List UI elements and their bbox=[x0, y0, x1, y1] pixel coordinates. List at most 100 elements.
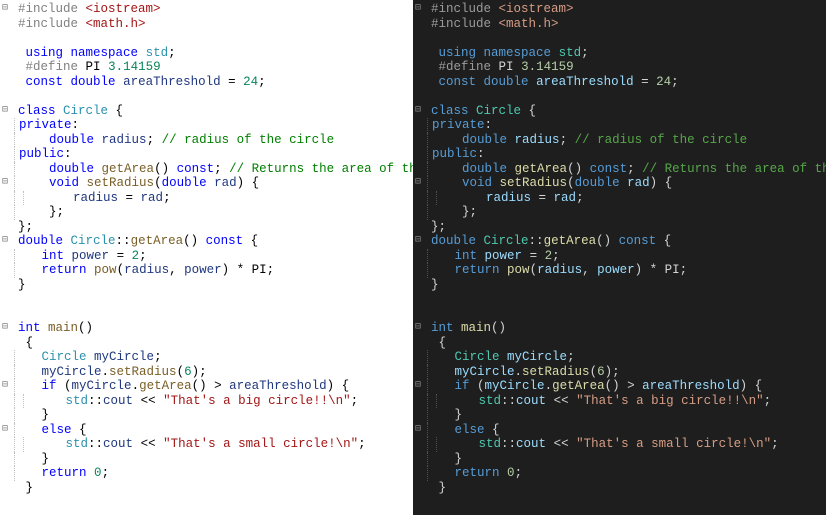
code-editor-light[interactable]: ⊟ #include <iostream>#include <math.h> us… bbox=[0, 0, 413, 515]
code-line[interactable]: }; bbox=[413, 220, 826, 235]
code-content[interactable] bbox=[431, 89, 826, 104]
code-content[interactable] bbox=[18, 31, 413, 46]
code-line[interactable]: std::cout << "That's a big circle!!\n"; bbox=[0, 394, 413, 409]
code-content[interactable]: } bbox=[19, 452, 413, 467]
code-line[interactable]: const double areaThreshold = 24; bbox=[413, 75, 826, 90]
code-line[interactable]: #include <math.h> bbox=[0, 17, 413, 32]
code-line[interactable]: return 0; bbox=[0, 466, 413, 481]
code-line[interactable] bbox=[0, 31, 413, 46]
fold-icon[interactable]: ⊟ bbox=[0, 423, 10, 438]
code-line[interactable]: ⊟ void setRadius(double rad) { bbox=[413, 176, 826, 191]
code-line[interactable] bbox=[413, 292, 826, 307]
fold-icon[interactable]: ⊟ bbox=[413, 176, 423, 191]
code-content[interactable]: double radius; // radius of the circle bbox=[19, 133, 413, 148]
code-content[interactable]: double Circle::getArea() const { bbox=[18, 234, 413, 249]
code-content[interactable] bbox=[431, 292, 826, 307]
code-line[interactable]: ⊟ #include <iostream> bbox=[413, 2, 826, 17]
code-content[interactable]: double getArea() const; // Returns the a… bbox=[19, 162, 413, 177]
code-content[interactable]: radius = rad; bbox=[441, 191, 826, 206]
code-line[interactable]: { bbox=[0, 336, 413, 351]
code-content[interactable] bbox=[18, 292, 413, 307]
code-line[interactable]: #define PI 3.14159 bbox=[0, 60, 413, 75]
code-line[interactable]: ⊟ int main() bbox=[413, 321, 826, 336]
code-line[interactable]: public: bbox=[0, 147, 413, 162]
code-line[interactable]: } bbox=[413, 452, 826, 467]
code-line[interactable]: private: bbox=[0, 118, 413, 133]
code-content[interactable]: private: bbox=[432, 118, 826, 133]
code-content[interactable]: } bbox=[19, 408, 413, 423]
code-content[interactable]: #define PI 3.14159 bbox=[431, 60, 826, 75]
fold-icon[interactable]: ⊟ bbox=[0, 234, 10, 249]
fold-icon[interactable]: ⊟ bbox=[413, 2, 423, 17]
code-line[interactable]: #include <math.h> bbox=[413, 17, 826, 32]
code-content[interactable]: double getArea() const; // Returns the a… bbox=[432, 162, 826, 177]
code-content[interactable]: using namespace std; bbox=[18, 46, 413, 61]
code-line[interactable]: Circle myCircle; bbox=[413, 350, 826, 365]
code-content[interactable]: } bbox=[18, 481, 413, 496]
code-line[interactable]: } bbox=[0, 452, 413, 467]
code-content[interactable]: #include <iostream> bbox=[431, 2, 826, 17]
code-line[interactable]: Circle myCircle; bbox=[0, 350, 413, 365]
fold-icon[interactable]: ⊟ bbox=[413, 104, 423, 119]
code-content[interactable]: }; bbox=[431, 220, 826, 235]
code-line[interactable] bbox=[0, 292, 413, 307]
code-line[interactable]: } bbox=[413, 481, 826, 496]
code-line[interactable]: radius = rad; bbox=[413, 191, 826, 206]
code-line[interactable]: double getArea() const; // Returns the a… bbox=[0, 162, 413, 177]
code-line[interactable]: ⊟double Circle::getArea() const { bbox=[413, 234, 826, 249]
code-content[interactable]: int power = 2; bbox=[19, 249, 413, 264]
code-line[interactable]: int power = 2; bbox=[0, 249, 413, 264]
code-line[interactable]: ⊟class Circle { bbox=[0, 104, 413, 119]
code-line[interactable]: ⊟int main() bbox=[0, 321, 413, 336]
code-line[interactable]: public: bbox=[413, 147, 826, 162]
code-content[interactable]: { bbox=[18, 336, 413, 351]
code-line[interactable]: } bbox=[0, 408, 413, 423]
fold-icon[interactable]: ⊟ bbox=[413, 321, 423, 336]
code-content[interactable]: } bbox=[18, 278, 413, 293]
code-line[interactable]: myCircle.setRadius(6); bbox=[413, 365, 826, 380]
code-content[interactable]: double radius; // radius of the circle bbox=[432, 133, 826, 148]
fold-icon[interactable]: ⊟ bbox=[0, 2, 10, 17]
code-line[interactable]: ⊟ void setRadius(double rad) { bbox=[0, 176, 413, 191]
code-content[interactable]: Circle myCircle; bbox=[19, 350, 413, 365]
code-content[interactable]: Circle myCircle; bbox=[432, 350, 826, 365]
code-line[interactable]: ⊟ else { bbox=[0, 423, 413, 438]
code-line[interactable]: ⊟ if (myCircle.getArea() > areaThreshold… bbox=[413, 379, 826, 394]
code-content[interactable]: #include <iostream> bbox=[18, 2, 413, 17]
fold-icon[interactable]: ⊟ bbox=[0, 379, 10, 394]
code-content[interactable]: int main() bbox=[18, 321, 413, 336]
code-line[interactable]: } bbox=[0, 481, 413, 496]
code-content[interactable]: else { bbox=[19, 423, 413, 438]
code-content[interactable]: std::cout << "That's a big circle!!\n"; bbox=[441, 394, 826, 409]
code-line[interactable]: std::cout << "That's a big circle!!\n"; bbox=[413, 394, 826, 409]
code-content[interactable]: radius = rad; bbox=[28, 191, 413, 206]
code-content[interactable] bbox=[431, 31, 826, 46]
code-content[interactable]: return 0; bbox=[19, 466, 413, 481]
code-content[interactable]: private: bbox=[19, 118, 413, 133]
code-content[interactable]: std::cout << "That's a big circle!!\n"; bbox=[28, 394, 413, 409]
code-line[interactable] bbox=[0, 307, 413, 322]
code-content[interactable]: if (myCircle.getArea() > areaThreshold) … bbox=[432, 379, 826, 394]
code-content[interactable]: int main() bbox=[431, 321, 826, 336]
code-line[interactable]: } bbox=[413, 278, 826, 293]
code-content[interactable]: }; bbox=[18, 220, 413, 235]
code-line[interactable]: return 0; bbox=[413, 466, 826, 481]
code-line[interactable]: }; bbox=[0, 205, 413, 220]
code-content[interactable]: #include <math.h> bbox=[431, 17, 826, 32]
code-line[interactable]: ⊟ class Circle { bbox=[413, 104, 826, 119]
code-line[interactable]: } bbox=[0, 278, 413, 293]
code-content[interactable]: int power = 2; bbox=[432, 249, 826, 264]
code-line[interactable]: }; bbox=[0, 220, 413, 235]
code-content[interactable]: myCircle.setRadius(6); bbox=[19, 365, 413, 380]
code-line[interactable]: #define PI 3.14159 bbox=[413, 60, 826, 75]
code-content[interactable]: std::cout << "That's a small circle!\n"; bbox=[441, 437, 826, 452]
code-line[interactable]: ⊟ if (myCircle.getArea() > areaThreshold… bbox=[0, 379, 413, 394]
code-content[interactable]: double Circle::getArea() const { bbox=[431, 234, 826, 249]
code-line[interactable] bbox=[413, 307, 826, 322]
code-content[interactable]: class Circle { bbox=[431, 104, 826, 119]
code-line[interactable]: myCircle.setRadius(6); bbox=[0, 365, 413, 380]
code-content[interactable]: return pow(radius, power) * PI; bbox=[19, 263, 413, 278]
code-content[interactable]: myCircle.setRadius(6); bbox=[432, 365, 826, 380]
code-content[interactable]: else { bbox=[432, 423, 826, 438]
code-content[interactable] bbox=[18, 89, 413, 104]
